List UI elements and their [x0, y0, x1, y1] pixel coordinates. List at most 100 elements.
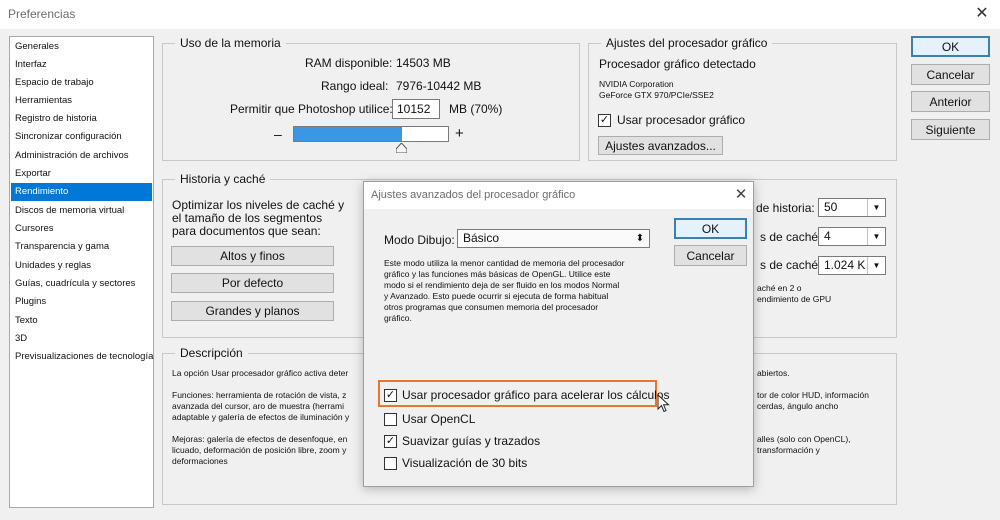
sidebar-item-herramientas[interactable]: Herramientas	[11, 92, 152, 110]
cache-tile-label: s de caché:	[760, 258, 822, 272]
gpu-model: GeForce GTX 970/PCIe/SSE2	[599, 90, 714, 100]
description-p3-line-1: Mejoras: galería de efectos de desenfoqu…	[172, 434, 348, 444]
mode-description-2: gráfico y las funciones más básicas de O…	[384, 269, 611, 279]
ideal-range-label: Rango ideal:	[321, 79, 389, 93]
chevron-down-icon[interactable]: ▼	[867, 257, 885, 274]
cache-levels-label: s de caché:	[760, 230, 822, 244]
smooth-guides-checkbox[interactable]: ✓	[384, 435, 397, 448]
decrease-memory-icon[interactable]: –	[274, 126, 282, 142]
memory-usage-title: Uso de la memoria	[175, 36, 286, 50]
window-title: Preferencias	[8, 7, 76, 21]
description-p2-line-2: avanzada del cursor, aro de muestra (her…	[172, 401, 344, 411]
30bit-display-checkbox[interactable]	[384, 457, 397, 470]
description-p1-left: La opción Usar procesador gráfico activa…	[172, 368, 349, 378]
ram-available-label: RAM disponible:	[305, 56, 393, 70]
memory-unit-label: MB (70%)	[449, 102, 503, 116]
history-states-label: de historia:	[756, 201, 815, 215]
sidebar-item-transparencia[interactable]: Transparencia y gama	[11, 238, 152, 256]
description-title: Descripción	[175, 346, 248, 360]
default-button[interactable]: Por defecto	[171, 273, 334, 293]
memory-slider-fill	[294, 127, 402, 141]
description-p2-right-2: cerdas, ángulo ancho	[757, 401, 839, 411]
dialog-ok-button[interactable]: OK	[674, 218, 747, 239]
description-p2-line-3: adaptable y galería de efectos de ilumin…	[172, 412, 350, 422]
slider-thumb-icon[interactable]	[396, 143, 407, 153]
gpu-compute-label: Usar procesador gráfico para acelerar lo…	[402, 388, 670, 402]
advanced-settings-button[interactable]: Ajustes avanzados...	[598, 136, 723, 155]
cache-desc-line-1: Optimizar los niveles de caché y	[172, 198, 345, 212]
description-p3-right-2: transformación y	[757, 445, 820, 455]
sidebar-item-cursores[interactable]: Cursores	[11, 220, 152, 238]
gpu-detected-label: Procesador gráfico detectado	[599, 57, 756, 71]
updown-arrow-icon[interactable]: ⬍	[631, 230, 649, 247]
advanced-gpu-dialog: Ajustes avanzados del procesador gráfico…	[363, 181, 754, 487]
sidebar-item-exportar[interactable]: Exportar	[11, 165, 152, 183]
sidebar-item-interfaz[interactable]: Interfaz	[11, 56, 152, 74]
description-p2-line-1: Funciones: herramienta de rotación de vi…	[172, 390, 347, 400]
cache-desc-line-3: para documentos que sean:	[172, 224, 321, 238]
increase-memory-icon[interactable]: +	[455, 125, 464, 142]
sidebar-item-guias[interactable]: Guías, cuadrícula y sectores	[11, 275, 152, 293]
sidebar-item-discos-memoria[interactable]: Discos de memoria virtual	[11, 202, 152, 220]
preferences-sidebar: Generales Interfaz Espacio de trabajo He…	[9, 36, 154, 508]
close-icon[interactable]: ✕	[731, 185, 751, 205]
sidebar-item-registro-historia[interactable]: Registro de historia	[11, 110, 152, 128]
ram-available-value: 14503 MB	[396, 56, 451, 70]
description-p3-line-3: deformaciones	[172, 456, 228, 466]
cache-note-line-2: endimiento de GPU	[757, 294, 832, 304]
chevron-down-icon[interactable]: ▼	[867, 199, 885, 216]
cache-note-line-1: aché en 2 o	[757, 283, 802, 293]
sidebar-item-sincronizar[interactable]: Sincronizar configuración	[11, 128, 152, 146]
next-button[interactable]: Siguiente	[911, 119, 990, 140]
dialog-title-bar: Ajustes avanzados del procesador gráfico	[364, 182, 753, 209]
sidebar-item-unidades[interactable]: Unidades y reglas	[11, 257, 152, 275]
history-states-value: 50	[824, 200, 838, 214]
history-states-combo[interactable]: 50 ▼	[818, 198, 886, 217]
previous-button[interactable]: Anterior	[911, 91, 990, 112]
cache-levels-combo[interactable]: 4 ▼	[818, 227, 886, 246]
mode-description-5: otros programas que consumen memoria del…	[384, 302, 599, 312]
description-p3-right-1: alles (solo con OpenCL),	[757, 434, 851, 444]
chevron-down-icon[interactable]: ▼	[867, 228, 885, 245]
drawing-mode-select[interactable]: Básico ⬍	[457, 229, 650, 248]
description-p2-right-1: tor de color HUD, información	[757, 390, 869, 400]
sidebar-item-generales[interactable]: Generales	[11, 38, 152, 56]
sidebar-item-administracion-archivos[interactable]: Administración de archivos	[11, 147, 152, 165]
gpu-compute-checkbox[interactable]: ✓	[384, 389, 397, 402]
use-gpu-checkbox[interactable]: ✓	[598, 114, 611, 127]
sidebar-item-texto[interactable]: Texto	[11, 312, 152, 330]
big-flat-button[interactable]: Grandes y planos	[171, 301, 334, 321]
smooth-guides-label: Suavizar guías y trazados	[402, 434, 541, 448]
ok-button[interactable]: OK	[911, 36, 990, 57]
dialog-title: Ajustes avanzados del procesador gráfico	[371, 189, 576, 201]
memory-slider[interactable]	[293, 126, 449, 142]
memory-amount-input[interactable]: 10152	[392, 99, 440, 119]
sidebar-item-rendimiento[interactable]: Rendimiento	[11, 183, 152, 201]
sidebar-item-3d[interactable]: 3D	[11, 330, 152, 348]
cache-tile-combo[interactable]: 1.024 K ▼	[818, 256, 886, 275]
history-cache-title: Historia y caché	[175, 172, 271, 186]
opencl-label: Usar OpenCL	[402, 412, 476, 426]
sidebar-item-previsualizaciones[interactable]: Previsualizaciones de tecnología	[11, 348, 153, 366]
drawing-mode-value: Básico	[463, 231, 500, 245]
mode-description-6: gráfico.	[384, 313, 412, 323]
opencl-checkbox[interactable]	[384, 413, 397, 426]
sidebar-item-plugins[interactable]: Plugins	[11, 293, 152, 311]
tall-thin-button[interactable]: Altos y finos	[171, 246, 334, 266]
cancel-button[interactable]: Cancelar	[911, 64, 990, 85]
30bit-display-label: Visualización de 30 bits	[402, 456, 528, 470]
cache-levels-value: 4	[824, 229, 831, 243]
mouse-cursor-icon	[657, 394, 670, 413]
mode-description-1: Este modo utiliza la menor cantidad de m…	[384, 258, 625, 268]
sidebar-item-espacio-de-trabajo[interactable]: Espacio de trabajo	[11, 74, 152, 92]
ideal-range-value: 7976-10442 MB	[396, 79, 482, 93]
cache-desc-line-2: el tamaño de los segmentos	[172, 211, 323, 225]
allow-memory-label: Permitir que Photoshop utilice:	[230, 102, 393, 116]
close-icon[interactable]: ✕	[971, 3, 993, 25]
cache-tile-value: 1.024 K	[824, 258, 866, 272]
description-p1-right: abiertos.	[757, 368, 790, 378]
mode-description-4: y Avanzado. Esto puede ocurrir si ejecut…	[384, 291, 609, 301]
mode-description-3: modo si el rendimiento deja de ser fluid…	[384, 280, 620, 290]
dialog-cancel-button[interactable]: Cancelar	[674, 245, 747, 266]
gpu-settings-title: Ajustes del procesador gráfico	[601, 36, 773, 50]
